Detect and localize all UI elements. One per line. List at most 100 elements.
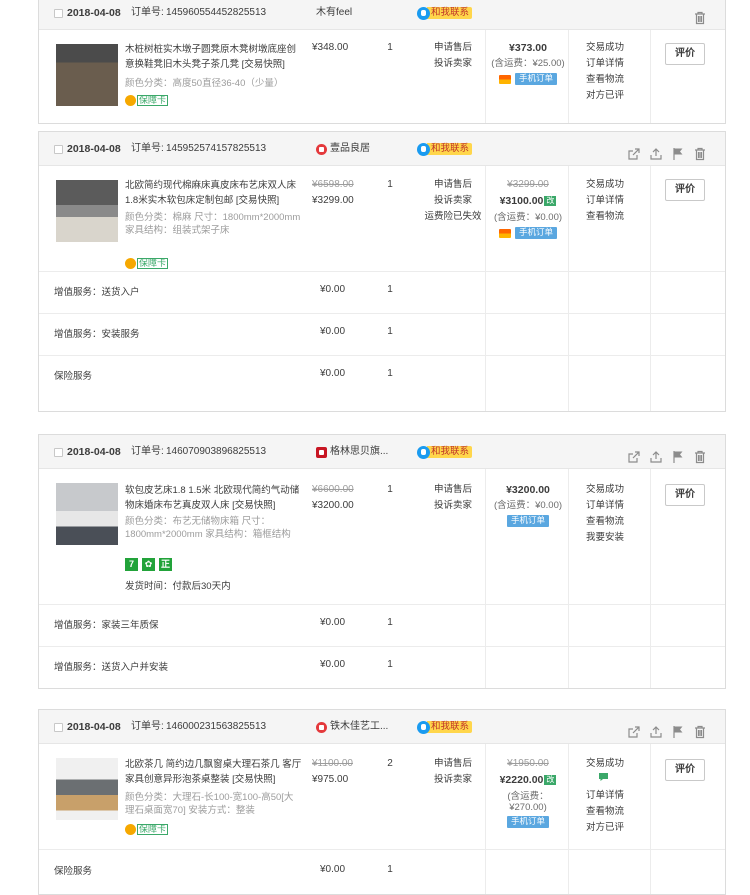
apply-aftersale-link[interactable]: 申请售后	[419, 482, 487, 498]
order-total: ¥1950.00 ¥2220.00 改 (含运费：¥270.00) 手机订单	[485, 756, 571, 831]
shop-link[interactable]: 格林思贝旗...	[316, 435, 388, 469]
product-image[interactable]	[56, 44, 118, 106]
order-detail-link[interactable]: 订单详情	[586, 498, 644, 514]
review-status: 对方已评	[586, 90, 625, 101]
order-checkbox[interactable]	[54, 723, 63, 732]
seven-day-return-icon[interactable]: 7	[125, 558, 138, 571]
guarantee-icon[interactable]: ✿	[142, 558, 155, 571]
guarantee-label: 保障卡	[137, 258, 169, 269]
order-detail-link[interactable]: 订单详情	[586, 788, 644, 804]
product-row: 北欧茶几 简约边几飘窗桌大理石茶几 客厅家具创意异形泡茶桌整装 [交易快照] 颜…	[39, 744, 725, 850]
divider	[568, 469, 569, 688]
order-header: 2018-04-08 订单号: 145952574157825513 壹品良居 …	[39, 132, 725, 166]
chat-icon[interactable]	[586, 772, 644, 788]
price-value: ¥3299.00	[312, 195, 354, 206]
flag-icon[interactable]	[671, 720, 685, 738]
order-date: 2018-04-08	[67, 143, 121, 155]
service-links: 申请售后 投诉卖家	[419, 482, 487, 514]
order-detail-link[interactable]: 订单详情	[586, 56, 644, 72]
original-total: ¥1950.00	[507, 758, 549, 769]
order-detail-link[interactable]: 订单详情	[586, 193, 644, 209]
upload-icon[interactable]	[649, 445, 663, 463]
complain-seller-link[interactable]: 投诉卖家	[411, 193, 495, 209]
contact-seller-button[interactable]: 和我联系	[417, 720, 473, 734]
shop-link[interactable]: 铁木佳艺工...	[316, 710, 388, 744]
addon-label: 增值服务：送货入户	[54, 287, 140, 298]
upload-icon[interactable]	[649, 142, 663, 160]
complain-seller-link[interactable]: 投诉卖家	[419, 56, 487, 72]
order-total: ¥373.00 (含运费：¥25.00) 手机订单	[485, 40, 571, 88]
share-icon[interactable]	[627, 142, 641, 160]
product-title[interactable]: 北欧简约现代棉麻床真皮床布艺床双人床1.8米实木软包床定制包邮 [交易快照]	[125, 178, 305, 208]
addon-price: ¥0.00	[320, 368, 346, 379]
share-icon[interactable]	[627, 720, 641, 738]
addon-row: 增值服务：安装服务 ¥0.00 1	[39, 314, 725, 356]
shop-link[interactable]: 壹品良居	[316, 132, 370, 166]
product-title[interactable]: 木桩树桩实木墩子圆凳原木凳树墩底座创意换鞋凳旧木头凳子茶几凳 [交易快照]	[125, 42, 305, 72]
contact-seller-button[interactable]: 和我联系	[417, 142, 473, 156]
shop-name[interactable]: 壹品良居	[330, 132, 370, 166]
genuine-icon[interactable]: 正	[159, 558, 172, 571]
product-attr: 颜色分类：大理石-长100-宽100-高50[大理石桌面宽70] 安装方式：整装	[125, 792, 294, 816]
delete-icon[interactable]	[693, 142, 707, 161]
order-checkbox[interactable]	[54, 9, 63, 18]
product-title[interactable]: 软包皮艺床1.8 1.5米 北欧现代简约气动储物床婚床布艺真皮双人床 [交易快照…	[125, 483, 305, 513]
complain-seller-link[interactable]: 投诉卖家	[419, 772, 487, 788]
order-no: 146070903896825513	[166, 446, 267, 457]
logistics-link[interactable]: 查看物流	[586, 209, 644, 225]
contact-seller-button[interactable]: 和我联系	[417, 6, 473, 20]
shop-name[interactable]: 格林思贝旗...	[330, 435, 388, 469]
addon-row: 增值服务：送货入户 ¥0.00 1	[39, 272, 725, 314]
mobile-order-badge: 手机订单	[514, 73, 557, 86]
addon-row: 增值服务：家装三年质保 ¥0.00 1	[39, 605, 725, 647]
review-button[interactable]: 评价	[665, 43, 705, 65]
review-button[interactable]: 评价	[665, 179, 705, 201]
product-image[interactable]	[56, 758, 118, 820]
logistics-link[interactable]: 查看物流	[586, 514, 644, 530]
apply-aftersale-link[interactable]: 申请售后	[411, 177, 495, 193]
delete-icon[interactable]	[693, 720, 707, 739]
guarantee-badge[interactable]: 保障卡	[125, 256, 169, 272]
total-amount: ¥373.00	[509, 42, 547, 54]
product-image[interactable]	[56, 180, 118, 242]
addon-qty: 1	[387, 864, 393, 875]
divider	[485, 469, 486, 688]
guarantee-badge[interactable]: 保障卡	[125, 822, 169, 838]
order-checkbox[interactable]	[54, 145, 63, 154]
flag-icon[interactable]	[671, 445, 685, 463]
trade-status: 交易成功	[586, 758, 625, 769]
order-card: 2018-04-08 订单号: 145960554452825513 木有fee…	[38, 0, 726, 124]
delivery-time: 发货时间：付款后30天内	[125, 581, 231, 592]
delete-icon[interactable]	[693, 6, 707, 25]
product-image[interactable]	[56, 483, 118, 545]
delete-icon[interactable]	[693, 445, 707, 464]
product-attr: 颜色分类：高度50直径36-40（少量）	[125, 78, 284, 89]
original-price: ¥6598.00	[312, 179, 354, 190]
share-icon[interactable]	[627, 445, 641, 463]
shop-name[interactable]: 铁木佳艺工...	[330, 710, 388, 744]
complain-seller-link[interactable]: 投诉卖家	[419, 498, 487, 514]
trade-status: 交易成功	[586, 42, 625, 53]
contact-label: 和我联系	[427, 721, 473, 733]
service-links: 申请售后 投诉卖家	[419, 756, 487, 788]
order-checkbox[interactable]	[54, 448, 63, 457]
unit-price: ¥6598.00 ¥3299.00	[312, 177, 372, 209]
order-total: ¥3200.00 (含运费：¥0.00) 手机订单	[485, 482, 571, 530]
install-link[interactable]: 我要安装	[586, 530, 644, 546]
addon-label: 保险服务	[54, 866, 93, 877]
apply-aftersale-link[interactable]: 申请售后	[419, 756, 487, 772]
review-button[interactable]: 评价	[665, 484, 705, 506]
product-title[interactable]: 北欧茶几 简约边几飘窗桌大理石茶几 客厅家具创意异形泡茶桌整装 [交易快照]	[125, 757, 305, 787]
flag-icon[interactable]	[671, 142, 685, 160]
shop-name[interactable]: 木有feel	[316, 0, 352, 30]
logistics-link[interactable]: 查看物流	[586, 804, 644, 820]
apply-aftersale-link[interactable]: 申请售后	[419, 40, 487, 56]
review-button[interactable]: 评价	[665, 759, 705, 781]
shop-link[interactable]: 木有feel	[316, 0, 352, 30]
guarantee-badge[interactable]: 保障卡	[125, 93, 169, 109]
contact-seller-button[interactable]: 和我联系	[417, 445, 473, 459]
upload-icon[interactable]	[649, 720, 663, 738]
addon-row: 保险服务 ¥0.00 1	[39, 850, 725, 894]
contact-label: 和我联系	[427, 446, 473, 458]
logistics-link[interactable]: 查看物流	[586, 72, 644, 88]
